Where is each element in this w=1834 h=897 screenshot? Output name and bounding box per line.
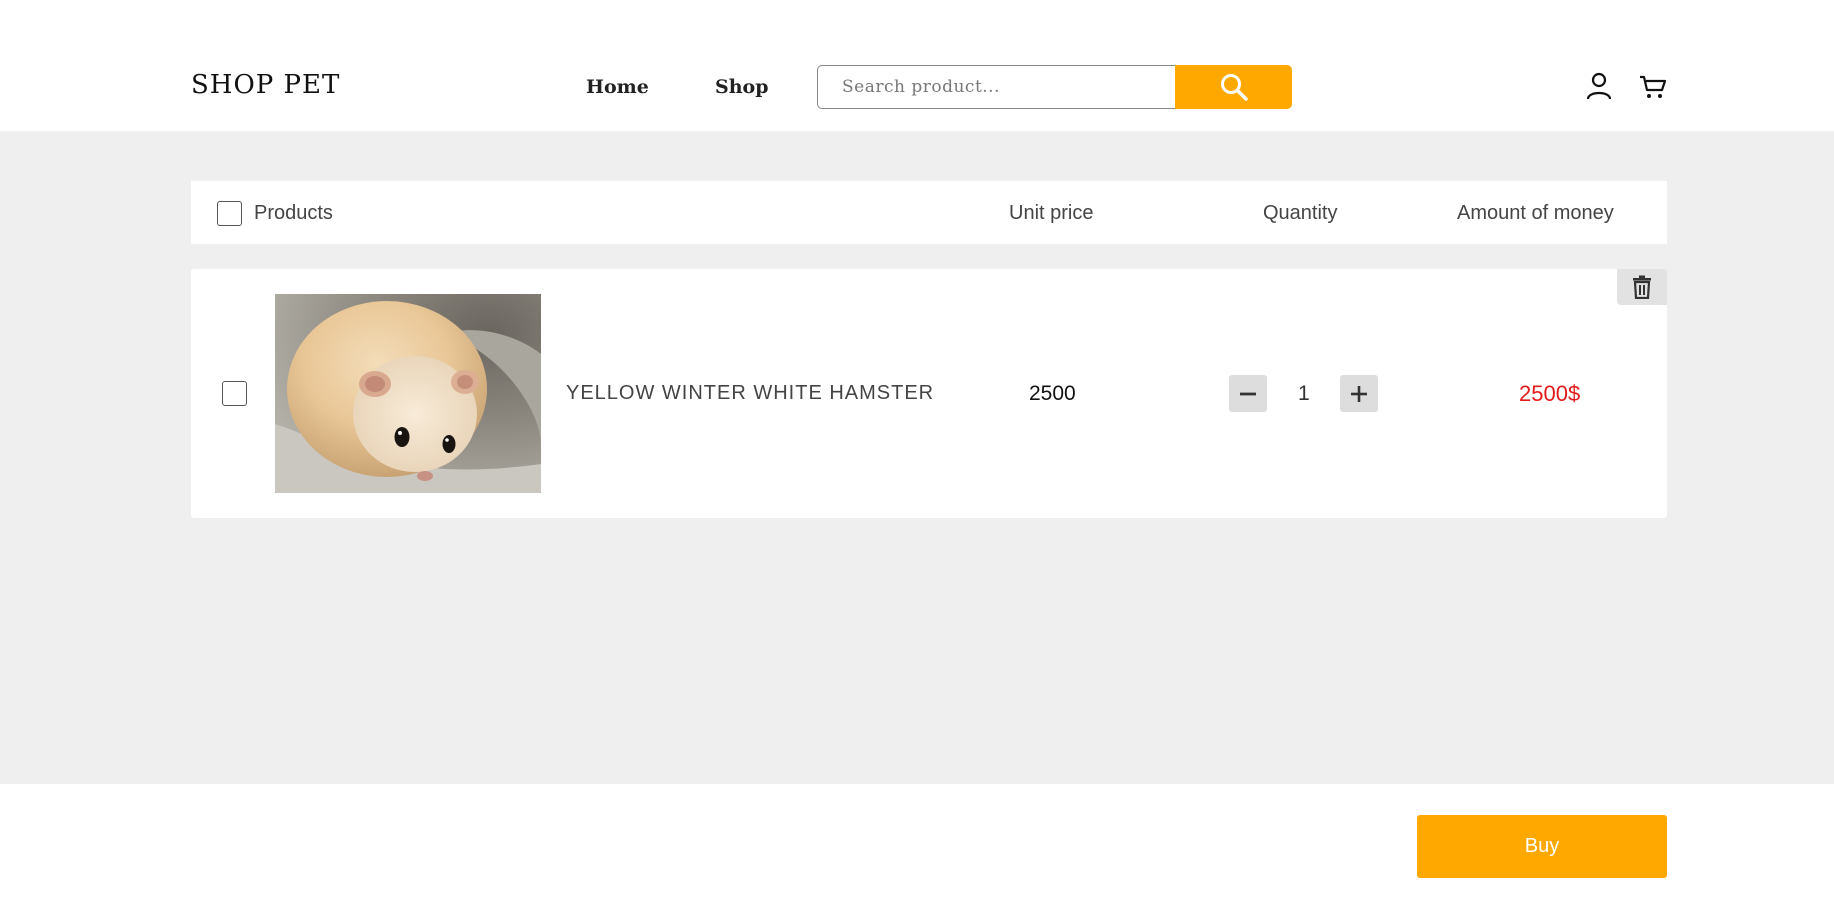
nav-home-link[interactable]: Home [586,76,649,98]
header-unit-price: Unit price [1009,202,1094,224]
item-amount: 2500$ [1519,381,1581,406]
search-button[interactable] [1175,65,1292,109]
checkout-footer: Buy [0,784,1834,897]
plus-icon [1351,385,1367,402]
header-quantity: Quantity [1263,202,1338,224]
header-amount: Amount of money [1457,202,1614,224]
increase-quantity-button[interactable] [1340,375,1378,412]
search-icon [1220,74,1248,101]
cart-table-header: Products Unit price Quantity Amount of m… [191,181,1667,244]
item-checkbox[interactable] [222,381,247,406]
user-icon[interactable] [1586,72,1612,100]
unit-price: 2500 [1029,382,1076,405]
logo[interactable]: SHOP PET [191,70,340,100]
nav-shop-link[interactable]: Shop [715,76,769,98]
product-image[interactable] [275,294,541,493]
decrease-quantity-button[interactable] [1229,375,1267,412]
minus-icon [1240,392,1256,395]
delete-item-button[interactable] [1617,269,1667,305]
quantity-value: 1 [1298,382,1310,405]
product-name[interactable]: YELLOW WINTER WHITE HAMSTER [566,382,934,405]
header-products: Products [254,202,333,224]
header: SHOP PET Home Shop [0,0,1834,131]
trash-icon [1633,275,1651,299]
select-all-checkbox[interactable] [217,201,242,226]
buy-button[interactable]: Buy [1417,815,1667,878]
search-input[interactable] [817,65,1176,109]
cart-icon[interactable] [1639,74,1667,100]
cart-item-row: YELLOW WINTER WHITE HAMSTER 2500 1 2500$ [191,269,1667,518]
